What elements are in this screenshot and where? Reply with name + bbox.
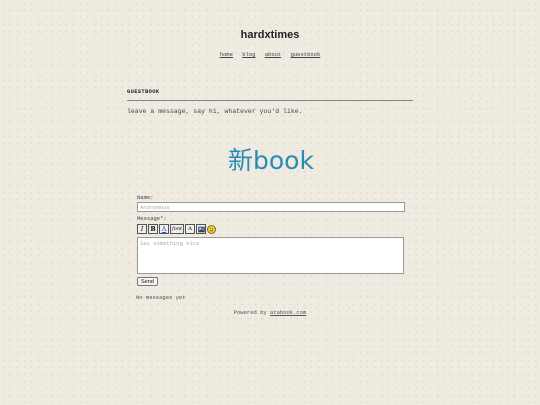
nav-home-link[interactable]: home: [220, 51, 233, 58]
send-button[interactable]: Send: [137, 277, 158, 286]
top-nav: home blog about guestbook: [0, 51, 540, 58]
color-button[interactable]: A: [159, 224, 169, 234]
font-button[interactable]: font: [170, 224, 184, 234]
site-title: hardxtimes: [240, 29, 300, 41]
image-icon: [197, 226, 205, 232]
italic-button[interactable]: I: [137, 224, 147, 234]
image-button[interactable]: [196, 224, 206, 234]
section-heading: GUESTBOOK: [127, 88, 413, 101]
powered-by: Powered by atabook.com: [0, 309, 540, 316]
message-input[interactable]: [137, 237, 404, 274]
format-toolbar: I B A font A: [137, 224, 217, 234]
name-input[interactable]: [137, 202, 405, 212]
bold-button[interactable]: B: [148, 224, 158, 234]
emoji-button[interactable]: [207, 224, 216, 234]
logo-char: 新: [228, 146, 254, 175]
smiley-icon: [209, 227, 214, 231]
intro-text: leave a message, say hi, whatever you'd …: [127, 108, 303, 115]
nav-guestbook-link[interactable]: guestbook: [291, 51, 321, 58]
powered-prefix: Powered by: [233, 309, 270, 316]
message-label: Message*:: [137, 215, 167, 222]
size-button[interactable]: A: [185, 224, 195, 234]
atabook-link[interactable]: atabook.com: [270, 309, 306, 316]
name-label: Name:: [137, 194, 154, 201]
no-messages-text: No messages yet: [136, 294, 186, 301]
guestbook-logo: 新book: [228, 148, 314, 173]
logo-text: book: [253, 146, 314, 175]
nav-about-link[interactable]: about: [265, 51, 282, 58]
nav-blog-link[interactable]: blog: [242, 51, 255, 58]
